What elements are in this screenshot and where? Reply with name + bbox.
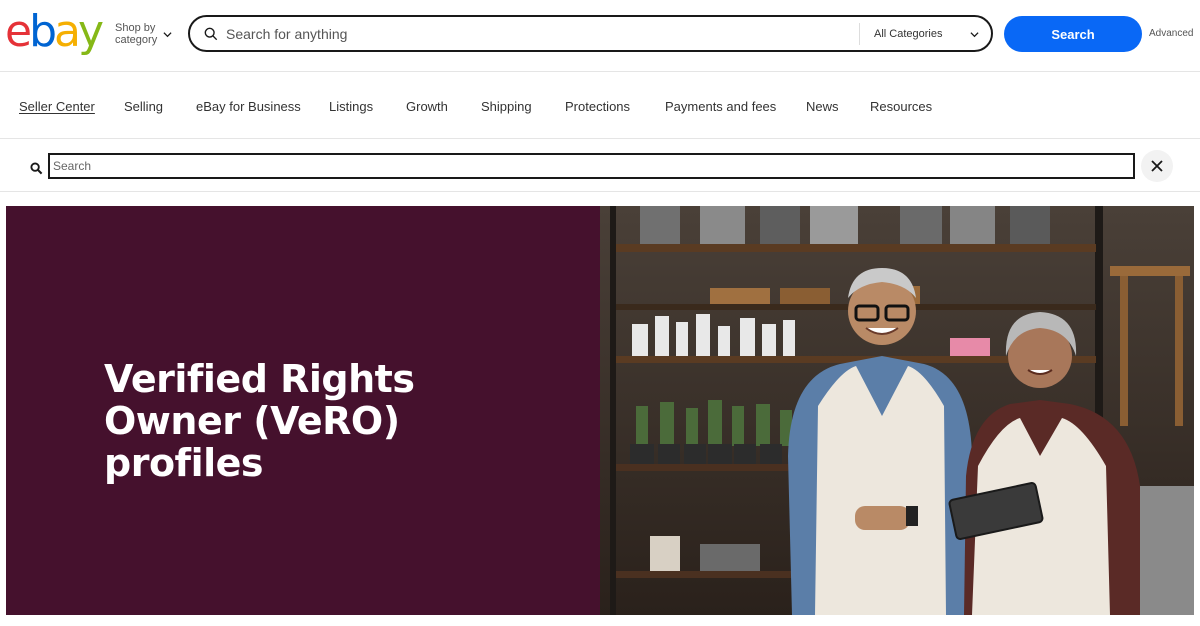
seller-center-nav: Seller Center Selling eBay for Business … (0, 73, 1200, 139)
hero-title: Verified Rights Owner (VeRO) profiles (104, 357, 415, 485)
shop-owners-photo (600, 206, 1194, 615)
nav-shipping[interactable]: Shipping (481, 99, 532, 114)
nav-listings[interactable]: Listings (329, 99, 373, 114)
hero-banner: Verified Rights Owner (VeRO) profiles (6, 206, 1194, 615)
nav-payments-and-fees[interactable]: Payments and fees (665, 99, 776, 114)
magnifier-icon (30, 162, 43, 175)
search-icon (204, 27, 218, 41)
logo-letter-e: e (5, 6, 32, 57)
hero-text-panel: Verified Rights Owner (VeRO) profiles (6, 206, 600, 615)
close-search-button[interactable] (1141, 150, 1173, 182)
category-select-value: All Categories (874, 28, 943, 40)
global-search-bar: All Categories (188, 15, 993, 52)
shop-by-category-button[interactable]: Shop by category (115, 22, 172, 46)
chevron-down-icon (163, 31, 172, 37)
logo-letter-y: y (77, 6, 104, 57)
search-button[interactable]: Search (1004, 16, 1142, 52)
seller-search-input[interactable] (48, 153, 1135, 179)
seller-center-search (0, 140, 1200, 192)
global-search-input[interactable] (226, 23, 846, 45)
nav-seller-center[interactable]: Seller Center (19, 99, 95, 114)
logo-letter-b: b (29, 6, 57, 57)
hero-image (600, 206, 1194, 615)
logo-letter-a: a (54, 6, 81, 57)
nav-selling[interactable]: Selling (124, 99, 163, 114)
category-select[interactable]: All Categories (859, 23, 991, 45)
advanced-search-link[interactable]: Advanced (1149, 28, 1193, 39)
global-header: e b a y Shop by category All Categories … (0, 0, 1200, 72)
nav-growth[interactable]: Growth (406, 99, 448, 114)
category-label: category (115, 34, 158, 46)
shop-by-label: Shop by (115, 22, 156, 34)
nav-protections[interactable]: Protections (565, 99, 630, 114)
ebay-logo[interactable]: e b a y (5, 6, 104, 57)
nav-resources[interactable]: Resources (870, 99, 932, 114)
chevron-down-icon (970, 32, 979, 38)
nav-ebay-for-business[interactable]: eBay for Business (196, 99, 301, 114)
close-icon (1151, 160, 1163, 172)
nav-news[interactable]: News (806, 99, 839, 114)
